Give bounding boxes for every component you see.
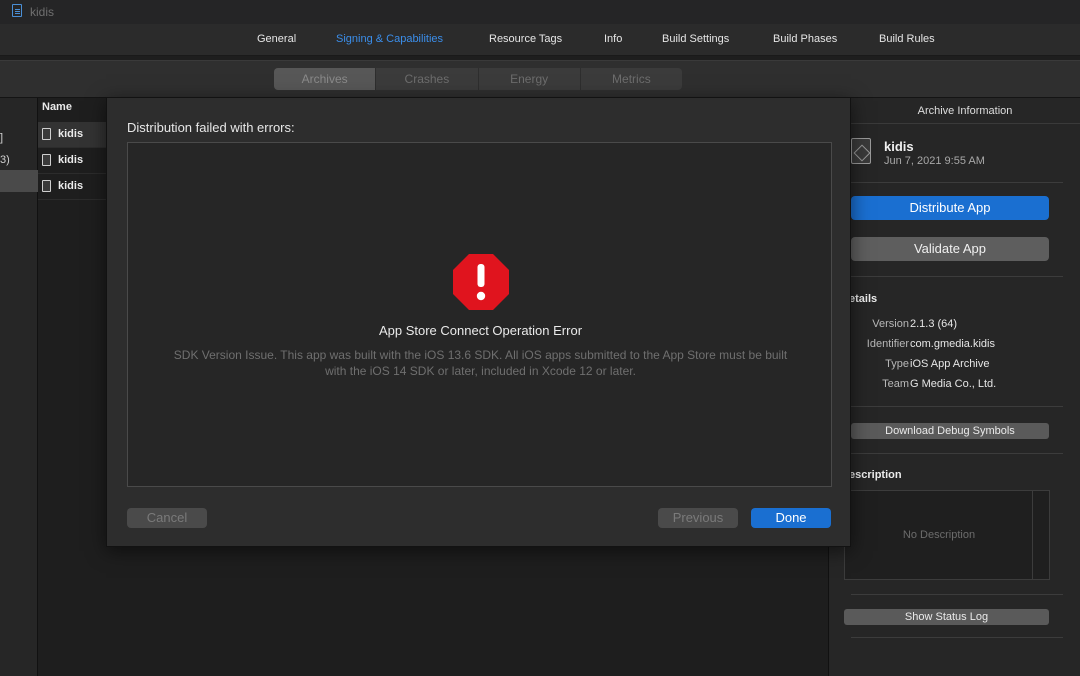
tab-info[interactable]: Info (604, 33, 622, 45)
tab-build-phases[interactable]: Build Phases (773, 33, 837, 45)
archive-file-icon (42, 180, 51, 192)
detail-value: G Media Co., Ltd. (910, 378, 997, 390)
products-sidebar: ] 3) (0, 98, 38, 676)
archive-list: Name kidis kidis kidis (38, 98, 106, 676)
divider (851, 276, 1063, 277)
error-content-box: App Store Connect Operation Error SDK Ve… (127, 142, 832, 487)
sidebar-item-fragment[interactable]: 3) (0, 154, 10, 166)
error-message: SDK Version Issue. This app was built wi… (173, 348, 788, 378)
segment-energy[interactable]: Energy (479, 68, 581, 90)
error-title: App Store Connect Operation Error (378, 323, 583, 338)
sidebar-item-fragment[interactable]: ] (0, 132, 3, 144)
description-text-area[interactable]: No Description (845, 491, 1033, 579)
detail-key: Version (872, 318, 909, 330)
archive-app-name: kidis (884, 139, 914, 154)
done-button[interactable]: Done (751, 508, 831, 528)
detail-key: Team (882, 378, 909, 390)
error-stop-sign-icon (453, 254, 509, 310)
detail-value: com.gmedia.kidis (910, 338, 995, 350)
divider (851, 406, 1063, 407)
archive-row-label: kidis (58, 180, 84, 192)
segment-crashes[interactable]: Crashes (376, 68, 479, 90)
download-debug-symbols-button[interactable]: Download Debug Symbols (851, 423, 1049, 439)
archive-file-icon (42, 154, 51, 166)
organizer-toolbar: Archives Crashes Energy Metrics (0, 60, 1080, 98)
sidebar-item-selected[interactable] (0, 170, 38, 192)
name-column-header[interactable]: Name (42, 101, 72, 113)
detail-value: iOS App Archive (910, 358, 990, 370)
archive-row-label: kidis (58, 154, 84, 166)
detail-value: 2.1.3 (64) (910, 318, 958, 330)
tab-signing-capabilities[interactable]: Signing & Capabilities (336, 33, 443, 45)
cancel-button[interactable]: Cancel (127, 508, 207, 528)
archive-date: Jun 7, 2021 9:55 AM (884, 155, 985, 167)
tab-build-rules[interactable]: Build Rules (879, 33, 935, 45)
window-title: kidis (30, 5, 55, 19)
distribution-error-sheet: Distribution failed with errors: App Sto… (106, 97, 851, 547)
tab-build-settings[interactable]: Build Settings (662, 33, 729, 45)
detail-key: Identifier (866, 338, 909, 350)
distribute-app-button[interactable]: Distribute App (851, 196, 1049, 220)
segment-metrics[interactable]: Metrics (581, 68, 682, 90)
archive-file-icon (42, 128, 51, 140)
archive-row[interactable]: kidis (38, 174, 106, 200)
divider (851, 637, 1063, 638)
segment-archives[interactable]: Archives (274, 68, 377, 90)
show-status-log-button[interactable]: Show Status Log (844, 609, 1049, 625)
tab-resource-tags[interactable]: Resource Tags (489, 33, 562, 45)
file-icon (12, 4, 22, 17)
inspector-header: Archive Information (829, 98, 1080, 124)
tab-general[interactable]: General (257, 33, 296, 45)
title-bar: kidis (0, 0, 1080, 24)
validate-app-button[interactable]: Validate App (851, 237, 1049, 261)
description-section-title: escription (849, 469, 902, 481)
divider (851, 453, 1063, 454)
archive-row-label: kidis (58, 128, 84, 140)
archive-row[interactable]: kidis (38, 148, 106, 174)
description-placeholder: No Description (902, 529, 976, 541)
editor-tab-bar: General Signing & Capabilities Resource … (0, 24, 1080, 56)
archive-icon (851, 138, 871, 164)
divider (851, 594, 1063, 595)
organizer-segmented-control: Archives Crashes Energy Metrics (274, 68, 682, 90)
sheet-title: Distribution failed with errors: (127, 120, 295, 135)
archive-inspector: Archive Information kidis Jun 7, 2021 9:… (828, 98, 1080, 676)
detail-key: Type (885, 358, 909, 370)
previous-button[interactable]: Previous (658, 508, 738, 528)
archive-row[interactable]: kidis (38, 122, 106, 148)
description-field[interactable]: No Description (844, 490, 1050, 580)
divider (851, 182, 1063, 183)
details-section-title: etails (849, 293, 878, 305)
